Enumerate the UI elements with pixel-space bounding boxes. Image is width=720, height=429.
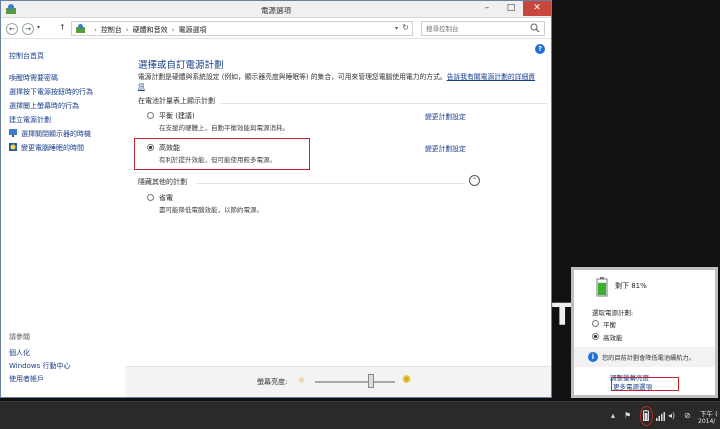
- section-divider: [197, 183, 465, 184]
- section-hidden-plans: 隱藏其他的計劃: [138, 178, 187, 186]
- search-input[interactable]: [426, 23, 526, 34]
- page-description: 電源計劃是硬體與系統設定 (例如，顯示器亮度與睡眠等) 的集合，可用來管理您電腦…: [138, 72, 538, 92]
- nav-turn-off-display-time[interactable]: 選擇關閉顯示器的時機: [21, 129, 91, 139]
- taskbar: ▴ ⚑ ◂) ⊘ 下午 ( 2014/: [0, 401, 720, 429]
- see-also-label: 請參閱: [9, 333, 30, 341]
- plan-balanced-name: 平衡 (建議): [159, 112, 195, 120]
- breadcrumb-hardware-sound[interactable]: 硬體和音效: [133, 26, 168, 34]
- control-panel-icon: [76, 24, 85, 33]
- flyout-balanced-label: 平衡: [603, 321, 616, 329]
- flyout-balanced-radio[interactable]: [592, 320, 599, 327]
- network-disabled-icon[interactable]: ⊘: [684, 411, 691, 420]
- breadcrumb-separator-icon: ›: [171, 26, 175, 34]
- forward-button[interactable]: →: [22, 23, 34, 35]
- plan-power-saver-radio[interactable]: [147, 194, 154, 201]
- brightness-dim-icon: ☼: [298, 376, 306, 385]
- section-battery-meter-plans: 在電池計量表上顯示計劃: [138, 97, 215, 105]
- left-navigation: 控制台首頁 喚醒時需要密碼 選擇按下電源按鈕時的行為 選擇闔上螢幕時的行為 建立…: [1, 40, 125, 397]
- section-divider: [221, 103, 547, 104]
- monitor-icon: [9, 129, 17, 137]
- clock-time[interactable]: 下午 (: [700, 408, 718, 418]
- select-power-plan-label: 選取電源計劃:: [592, 309, 634, 317]
- close-button[interactable]: ✕: [523, 1, 551, 16]
- flyout-info-text: 您的目前計劃會降低電池續航力。: [602, 355, 695, 362]
- see-also-action-center[interactable]: Windows 行動中心: [9, 361, 70, 371]
- brightness-bright-sun-icon: ✺: [402, 373, 412, 386]
- volume-icon[interactable]: ◂): [668, 411, 675, 420]
- sleep-moon-icon: [9, 143, 17, 151]
- back-button[interactable]: ←: [6, 23, 18, 35]
- nav-require-password-on-wakeup[interactable]: 喚醒時需要密碼: [9, 73, 58, 83]
- see-also-user-accounts[interactable]: 使用者帳戶: [9, 374, 44, 384]
- wifi-signal-icon[interactable]: [656, 411, 666, 421]
- breadcrumb-separator-icon: ›: [94, 26, 97, 34]
- info-icon: i: [588, 352, 598, 362]
- collapse-chevron-up-icon[interactable]: ⌃: [469, 175, 480, 186]
- nav-power-button-action[interactable]: 選擇按下電源按鈕時的行為: [9, 87, 93, 97]
- nav-lid-close-action[interactable]: 選擇闔上螢幕時的行為: [9, 101, 79, 111]
- brightness-bar: 螢幕亮度: ☼ ✺: [125, 366, 551, 397]
- page-description-text: 電源計劃是硬體與系統設定 (例如，顯示器亮度與睡眠等) 的集合，可用來管理您電腦…: [138, 73, 447, 81]
- up-button[interactable]: ↑: [59, 23, 66, 32]
- battery-flyout: 剩下 81% 選取電源計劃: 平衡 高效能 i 您的目前計劃會降低電池續航力。 …: [571, 267, 718, 398]
- main-content: ? 選擇或自訂電源計劃 電源計劃是硬體與系統設定 (例如，顯示器亮度與睡眠等) …: [125, 40, 551, 397]
- brightness-slider-thumb[interactable]: [368, 374, 374, 388]
- address-bar: ← → ▾ ↑ › 控制台 › 硬體和音效 › 電源選項 ▾ ↻: [1, 19, 551, 39]
- battery-percentage: 剩下 81%: [615, 282, 647, 290]
- plan-balanced-radio[interactable]: [147, 112, 154, 119]
- help-icon[interactable]: ?: [535, 44, 545, 54]
- battery-icon: [596, 277, 608, 297]
- flyout-info-bar: i 您的目前計劃會降低電池續航力。: [574, 347, 715, 367]
- minimize-button[interactable]: –: [475, 1, 499, 16]
- breadcrumb-control-panel[interactable]: 控制台: [101, 26, 122, 34]
- search-icon[interactable]: [530, 23, 540, 33]
- plan-balanced-desc: 在支援的硬體上，自動平衡效能與電源消耗。: [159, 124, 289, 132]
- high-performance-highlight: [134, 138, 310, 170]
- nav-create-power-plan[interactable]: 建立電源計劃: [9, 115, 51, 125]
- more-power-options-highlight: [611, 377, 679, 391]
- see-also-personalization[interactable]: 個人化: [9, 348, 30, 358]
- tray-battery-highlight: [640, 406, 653, 426]
- action-center-flag-icon[interactable]: ⚑: [624, 411, 631, 420]
- plan-balanced-change-settings[interactable]: 變更計劃設定: [425, 111, 466, 121]
- maximize-button[interactable]: □: [499, 1, 523, 16]
- window-title: 電源選項: [261, 6, 291, 15]
- plan-power-saver-desc: 盡可能降低電腦效能，以節約電源。: [159, 206, 263, 214]
- plan-power-saver-name: 省電: [159, 194, 173, 202]
- refresh-icon[interactable]: ↻: [402, 23, 409, 32]
- show-hidden-icons-chevron-icon[interactable]: ▴: [611, 411, 615, 420]
- brightness-label: 螢幕亮度:: [257, 378, 288, 386]
- page-title: 選擇或自訂電源計劃: [138, 60, 224, 71]
- nav-change-sleep-time[interactable]: 變更電腦睡眠的時間: [21, 143, 84, 153]
- power-options-window: 電源選項 – □ ✕ ← → ▾ ↑ ›控制台›硬體和音效›電源選項 ▾ ↻ 控…: [0, 0, 552, 398]
- address-dropdown-icon[interactable]: ▾: [395, 25, 398, 32]
- breadcrumb: › 控制台 › 硬體和音效 › 電源選項: [90, 25, 206, 35]
- breadcrumb-separator-icon: ›: [125, 26, 129, 34]
- nav-control-panel-home[interactable]: 控制台首頁: [9, 51, 44, 61]
- clock-date[interactable]: 2014/: [698, 418, 715, 425]
- flyout-high-performance-radio[interactable]: [592, 333, 599, 340]
- address-box[interactable]: › 控制台 › 硬體和音效 › 電源選項 ▾ ↻: [71, 21, 413, 36]
- breadcrumb-power-options[interactable]: 電源選項: [178, 26, 206, 34]
- title-bar[interactable]: 電源選項 – □ ✕: [1, 1, 551, 18]
- recent-locations-chevron-icon[interactable]: ▾: [37, 24, 40, 31]
- search-box[interactable]: [421, 21, 545, 36]
- flyout-high-performance-label: 高效能: [603, 334, 623, 342]
- plan-high-performance-change-settings[interactable]: 變更計劃設定: [425, 143, 466, 153]
- brightness-slider-track[interactable]: [315, 381, 395, 383]
